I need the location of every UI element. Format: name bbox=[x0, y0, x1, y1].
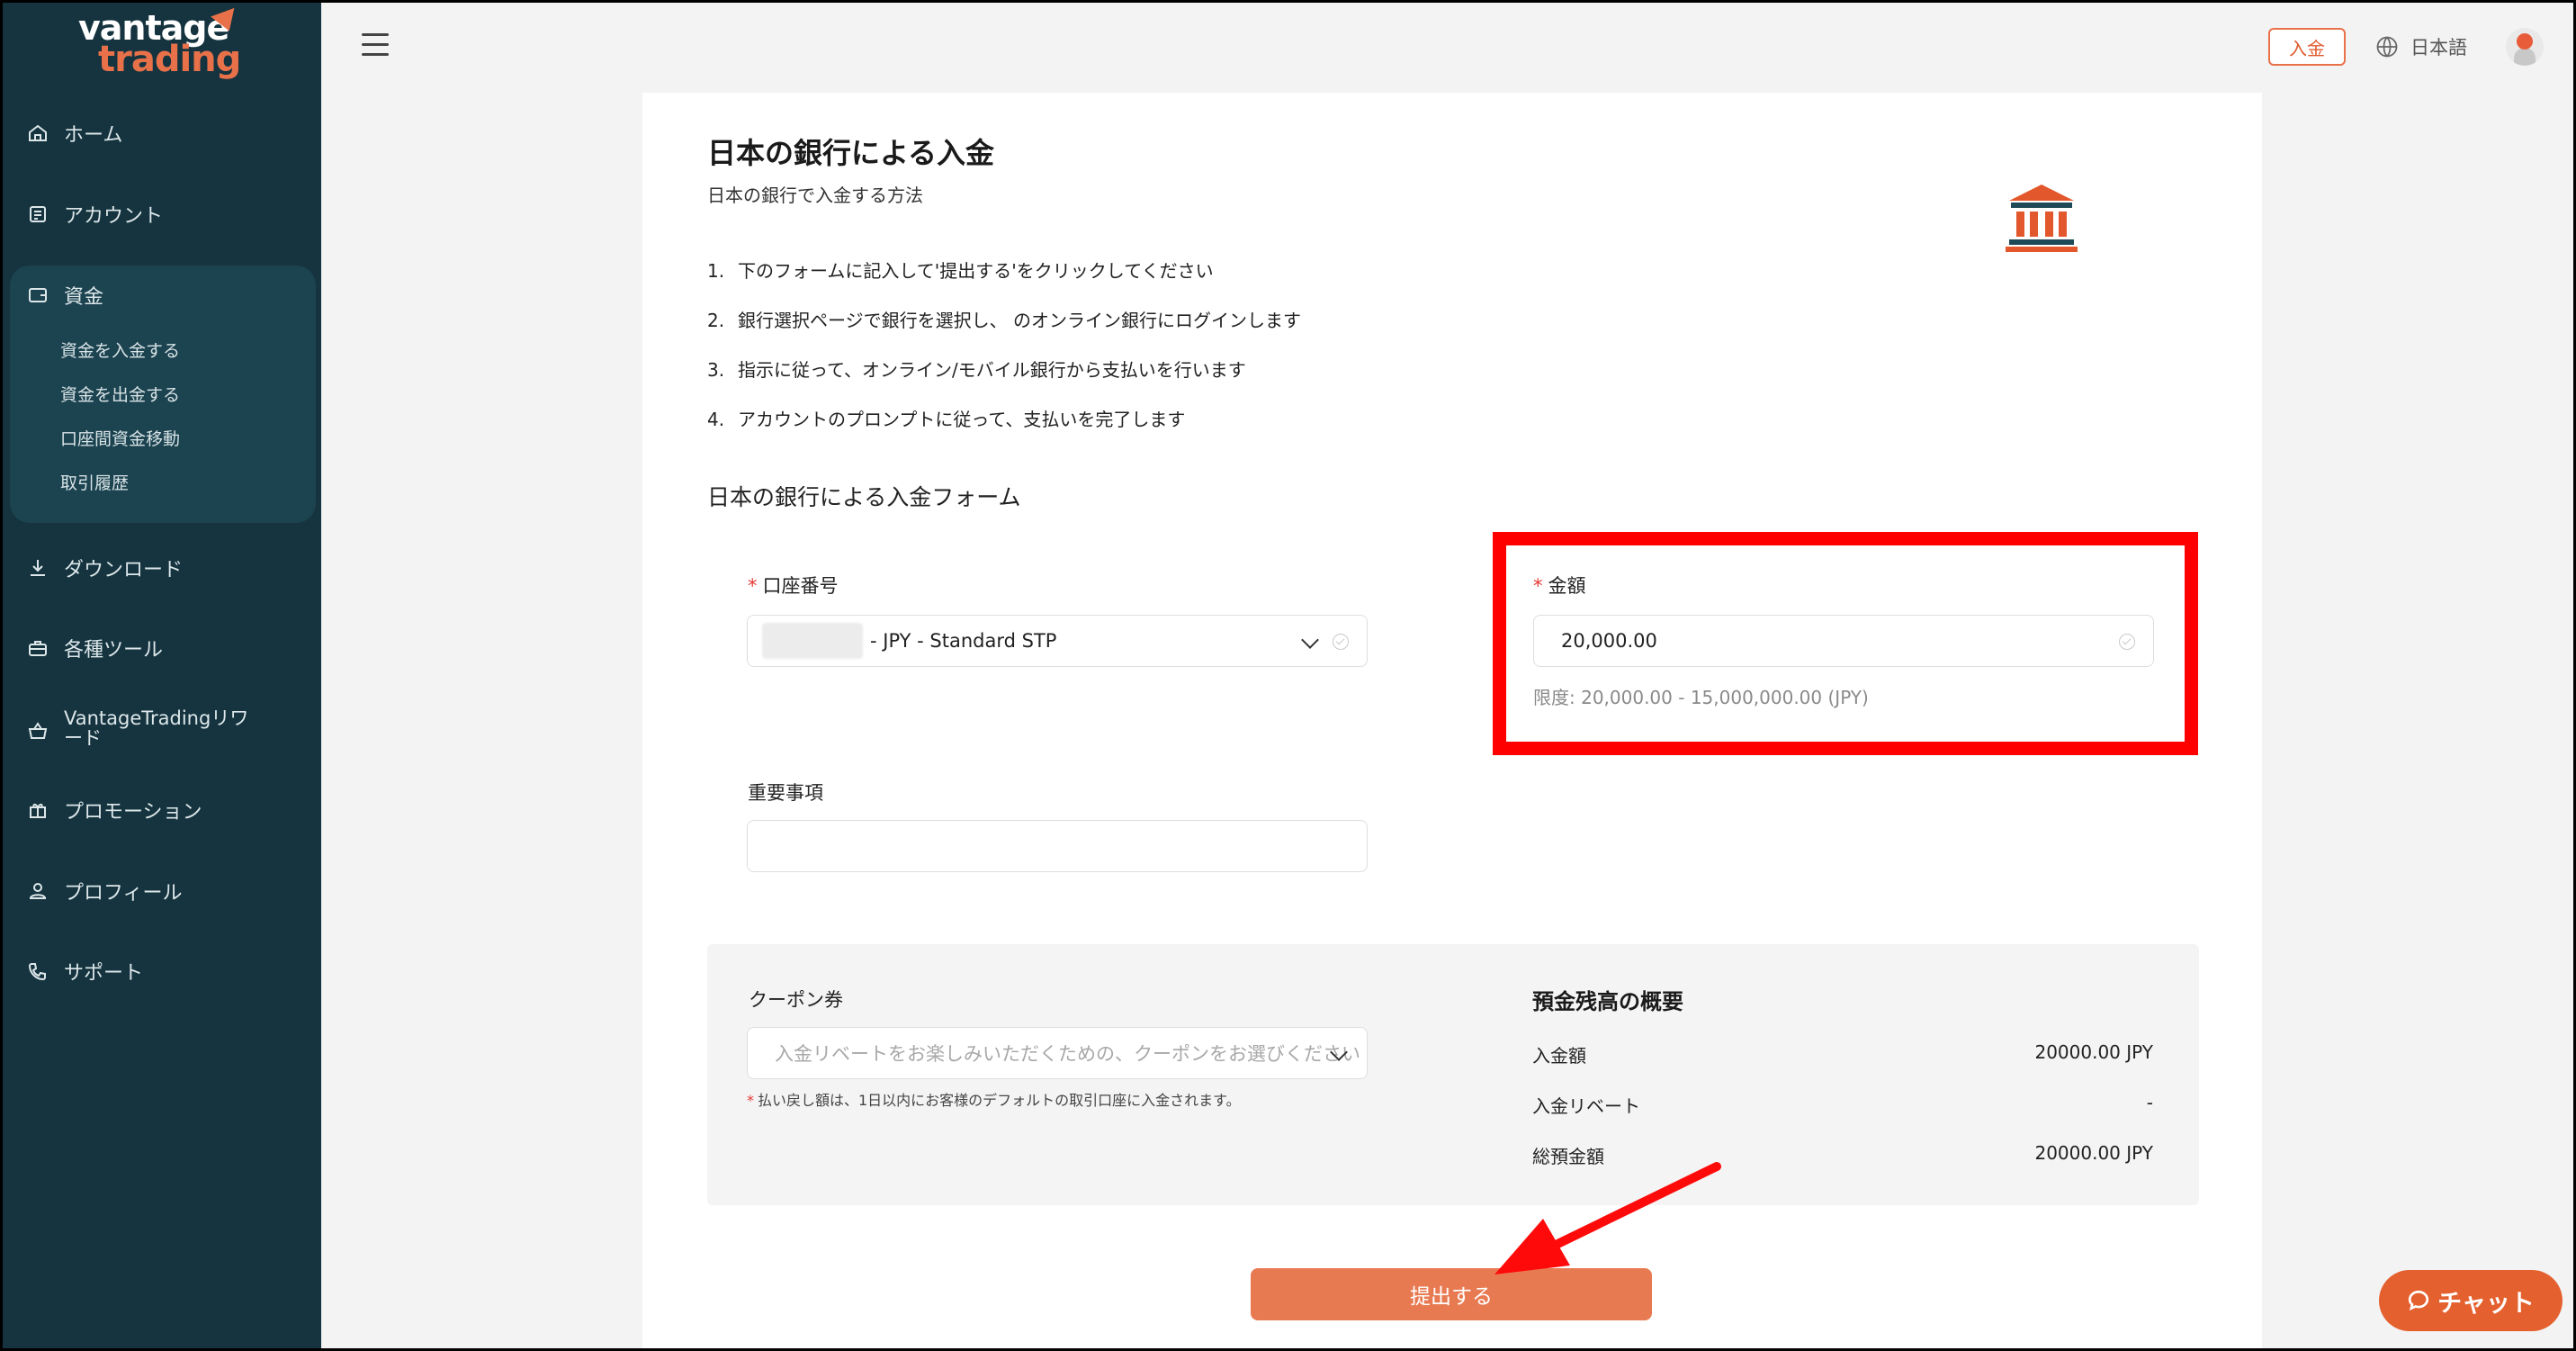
sidebar-subitem-transfer[interactable]: 口座間資金移動 bbox=[60, 426, 180, 450]
coupon-select[interactable]: 入金リベートをお楽しみいただくための、クーポンをお選びください bbox=[747, 1027, 1368, 1079]
sidebar-item-support[interactable]: サポート bbox=[3, 944, 321, 998]
sidebar-item-download[interactable]: ダウンロード bbox=[3, 541, 321, 595]
top-bar: 入金 日本語 bbox=[321, 3, 2573, 89]
language-label: 日本語 bbox=[2410, 37, 2467, 59]
step-item: 4. アカウントのプロンプトに従って、支払いを完了します bbox=[707, 409, 1186, 430]
logo-text-bottom: trading bbox=[98, 39, 241, 80]
logo[interactable]: vantage trading bbox=[78, 7, 249, 80]
account-icon bbox=[26, 203, 49, 226]
highlight-box bbox=[1493, 532, 2198, 755]
sidebar-item-label: ホーム bbox=[64, 124, 123, 147]
summary-row-deposit: 入金額 20000.00 JPY bbox=[1532, 1041, 2153, 1067]
summary-title: 預金残高の概要 bbox=[1532, 989, 1683, 1014]
chat-bubble-icon bbox=[2409, 1290, 2429, 1311]
sidebar-item-home[interactable]: ホーム bbox=[3, 106, 321, 160]
avatar[interactable] bbox=[2506, 28, 2544, 66]
gift-icon bbox=[26, 798, 49, 822]
menu-icon[interactable] bbox=[362, 33, 389, 57]
step-item: 2. 銀行選択ページで銀行を選択し、 のオンライン銀行にログインします bbox=[707, 310, 1301, 331]
chat-button[interactable]: チャット bbox=[2379, 1270, 2563, 1331]
language-selector[interactable]: 日本語 bbox=[2374, 32, 2467, 62]
coupon-placeholder: 入金リベートをお楽しみいただくための、クーポンをお選びください bbox=[775, 1043, 1360, 1065]
phone-icon bbox=[26, 959, 49, 983]
sidebar-item-label: ダウンロード bbox=[64, 559, 184, 581]
coupon-label: クーポン券 bbox=[749, 989, 843, 1011]
summary-row-rebate: 入金リベート - bbox=[1532, 1092, 2153, 1117]
step-item: 3. 指示に従って、オンライン/モバイル銀行から支払いを行います bbox=[707, 359, 1246, 381]
sidebar-item-tools[interactable]: 各種ツール bbox=[3, 621, 321, 675]
sidebar-item-label: 各種ツール bbox=[64, 639, 164, 662]
annotation-arrow-icon bbox=[1494, 1162, 1721, 1274]
chat-label: チャット bbox=[2437, 1289, 2535, 1318]
sidebar: vantage trading ホーム アカウント 資金 資金を入金する 資金を… bbox=[3, 3, 321, 1348]
bank-icon bbox=[2006, 185, 2078, 252]
coupon-note: * 払い戻し額は、1日以内にお客様のデフォルトの取引口座に入金されます。 bbox=[747, 1092, 1241, 1109]
app-window: vantage trading ホーム アカウント 資金 資金を入金する 資金を… bbox=[0, 0, 2576, 1351]
notes-label: 重要事項 bbox=[748, 782, 823, 804]
sidebar-subitem-deposit[interactable]: 資金を入金する bbox=[60, 338, 180, 362]
home-icon bbox=[26, 122, 49, 145]
check-circle-icon bbox=[1333, 634, 1349, 650]
sidebar-item-label: アカウント bbox=[64, 205, 164, 228]
profile-icon bbox=[26, 879, 49, 903]
toolbox-icon bbox=[26, 636, 49, 660]
basket-icon bbox=[26, 719, 49, 743]
wallet-icon bbox=[26, 284, 49, 307]
deposit-button[interactable]: 入金 bbox=[2268, 28, 2346, 66]
sidebar-item-label: 資金 bbox=[64, 286, 104, 309]
masked-account-id bbox=[762, 623, 863, 659]
globe-icon bbox=[2376, 36, 2398, 58]
sidebar-item-account[interactable]: アカウント bbox=[3, 187, 321, 241]
coupon-summary-panel: クーポン券 入金リベートをお楽しみいただくための、クーポンをお選びください * 払… bbox=[707, 944, 2199, 1205]
deposit-card: 日本の銀行による入金 日本の銀行で入金する方法 1. 下のフォームに記入して'提出… bbox=[642, 93, 2262, 1348]
download-icon bbox=[26, 556, 49, 580]
page-title: 日本の銀行による入金 bbox=[707, 136, 995, 170]
sidebar-item-funds[interactable]: 資金 bbox=[3, 268, 321, 322]
sidebar-item-label: プロフィール bbox=[64, 882, 183, 905]
page-subtitle: 日本の銀行で入金する方法 bbox=[707, 185, 923, 206]
notes-input[interactable] bbox=[747, 820, 1368, 872]
sidebar-subitem-history[interactable]: 取引履歴 bbox=[60, 470, 129, 494]
sidebar-item-label: VantageTradingリワード bbox=[64, 707, 249, 749]
sidebar-item-rewards[interactable]: VantageTradingリワード bbox=[3, 699, 273, 762]
account-number-select[interactable]: - JPY - Standard STP bbox=[747, 615, 1368, 667]
sidebar-subitem-withdraw[interactable]: 資金を出金する bbox=[60, 382, 180, 406]
sidebar-item-label: サポート bbox=[64, 962, 144, 985]
account-number-value: - JPY - Standard STP bbox=[870, 630, 1057, 652]
step-item: 1. 下のフォームに記入して'提出する'をクリックしてください bbox=[707, 260, 1214, 282]
account-number-label: * 口座番号 bbox=[748, 575, 839, 597]
sidebar-item-profile[interactable]: プロフィール bbox=[3, 864, 321, 918]
form-title: 日本の銀行による入金フォーム bbox=[707, 484, 1021, 510]
sidebar-item-label: プロモーション bbox=[64, 801, 202, 824]
chevron-down-icon bbox=[1301, 631, 1319, 649]
sidebar-item-promotion[interactable]: プロモーション bbox=[3, 783, 321, 837]
